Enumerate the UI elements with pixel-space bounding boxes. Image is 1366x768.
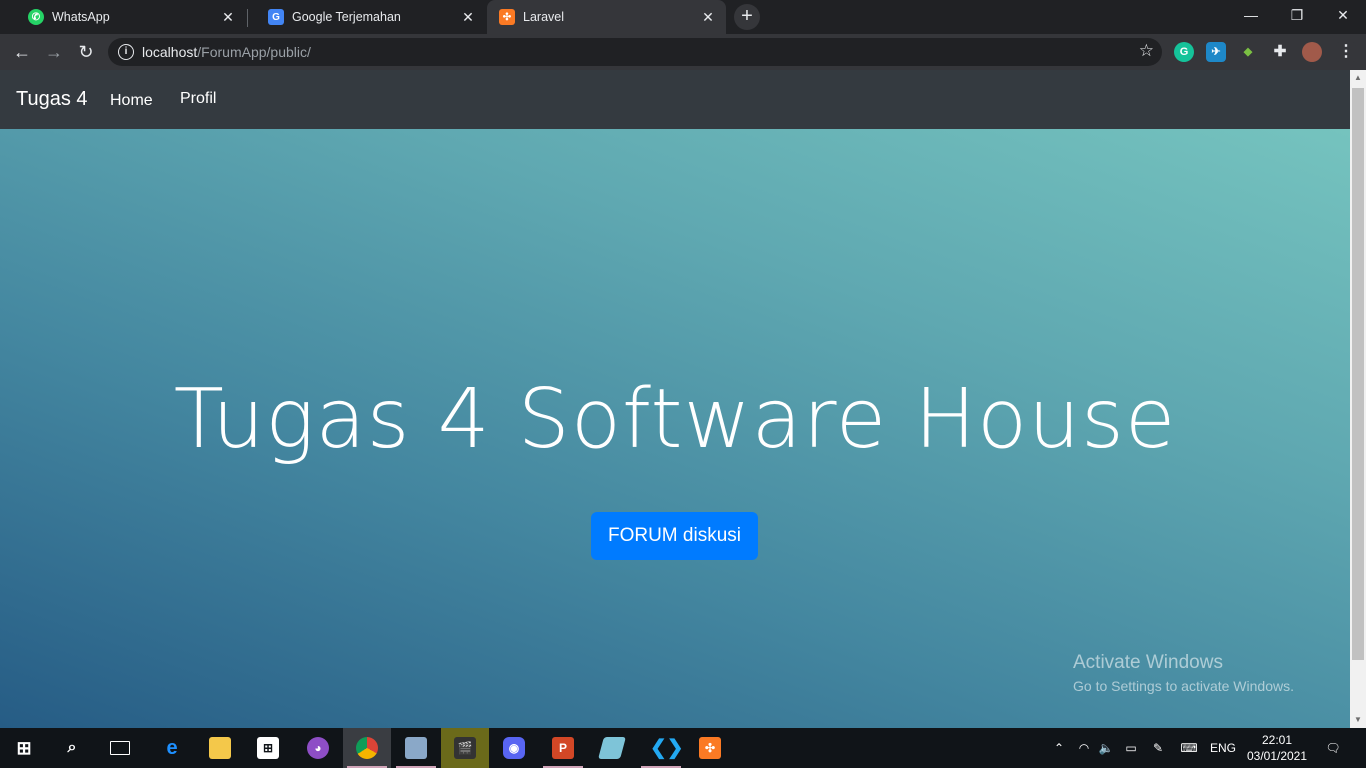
powerpoint-icon: P xyxy=(552,737,574,759)
watermark-title: Activate Windows xyxy=(1073,652,1223,673)
wifi-icon[interactable]: ◠ xyxy=(1074,728,1094,768)
address-bar[interactable]: i localhost/ForumApp/public/ ☆ xyxy=(108,38,1162,66)
search-button[interactable]: ⌕ xyxy=(48,728,96,768)
profile-avatar[interactable] xyxy=(1302,42,1322,62)
close-icon[interactable]: ✕ xyxy=(700,9,716,25)
scrollbar-thumb[interactable] xyxy=(1352,88,1364,660)
clock-date: 03/01/2021 xyxy=(1246,749,1308,763)
windows-logo-icon: ⊞ xyxy=(16,738,32,758)
taskbar-app[interactable]: 🎬 xyxy=(441,728,489,768)
extension-icon[interactable]: ◆ xyxy=(1238,42,1258,62)
search-icon: ⌕ xyxy=(67,739,77,756)
activate-windows-watermark: Activate Windows Go to Settings to activ… xyxy=(1073,652,1294,694)
menu-kebab-icon[interactable]: ⋮ xyxy=(1336,42,1356,62)
new-tab-button[interactable]: + xyxy=(734,4,760,30)
discord-icon: ◉ xyxy=(503,737,525,759)
site-info-icon[interactable]: i xyxy=(118,44,134,60)
tab-title: Laravel xyxy=(523,10,564,24)
taskbar-app[interactable] xyxy=(392,728,440,768)
url-host: localhost xyxy=(142,44,198,60)
close-icon[interactable]: ✕ xyxy=(460,9,476,25)
folder-icon xyxy=(209,737,231,759)
navbar-brand[interactable]: Tugas 4 xyxy=(16,88,88,111)
windows-taskbar: ⊞ ⌕ e ⊞ ◕ 🎬 ◉ P ❮❯ ✣ ⌃ ◠ 🔈 ▭ ✎ ⌨ ENG 22:… xyxy=(0,728,1366,768)
bookmark-star-icon[interactable]: ☆ xyxy=(1139,41,1154,61)
browser-toolbar: ← → ↻ i localhost/ForumApp/public/ ☆ G ✈… xyxy=(0,34,1366,70)
chrome-icon xyxy=(356,737,378,759)
taskbar-discord[interactable]: ◉ xyxy=(490,728,538,768)
pen-icon[interactable]: ✎ xyxy=(1148,728,1168,768)
grammarly-extension-icon[interactable]: G xyxy=(1174,42,1194,62)
address-url[interactable]: localhost/ForumApp/public/ xyxy=(142,44,311,60)
taskbar-xampp[interactable]: ✣ xyxy=(686,728,734,768)
tab-title: Google Terjemahan xyxy=(292,10,401,24)
tab-whatsapp[interactable]: ✆ WhatsApp ✕ xyxy=(8,0,246,34)
xampp-icon: ✣ xyxy=(699,737,721,759)
clock-time: 22:01 xyxy=(1261,733,1293,747)
forward-button[interactable]: → xyxy=(42,40,66,64)
taskbar-app[interactable] xyxy=(588,728,636,768)
screen-icon xyxy=(405,737,427,759)
taskbar-powerpoint[interactable]: P xyxy=(539,728,587,768)
web-page: Tugas 4 Home Profil Tugas 4 Software Hou… xyxy=(0,70,1350,728)
hero-title: Tugas 4 Software House xyxy=(173,372,1177,467)
restore-button[interactable]: ❐ xyxy=(1274,0,1320,30)
tab-title: WhatsApp xyxy=(52,10,110,24)
chevron-up-icon[interactable]: ⌃ xyxy=(1050,728,1068,768)
url-path: /ForumApp/public/ xyxy=(197,44,311,60)
start-button[interactable]: ⊞ xyxy=(0,728,48,768)
volume-icon[interactable]: 🔈 xyxy=(1097,728,1115,768)
google-translate-icon: G xyxy=(268,9,284,25)
vscode-icon: ❮❯ xyxy=(650,737,684,759)
minimize-button[interactable]: — xyxy=(1228,0,1274,30)
site-navbar: Tugas 4 Home Profil xyxy=(0,70,1350,129)
taskbar-clock[interactable]: 22:01 03/01/2021 xyxy=(1244,732,1310,764)
keyboard-icon[interactable]: ⌨ xyxy=(1176,728,1202,768)
close-icon[interactable]: ✕ xyxy=(220,9,236,25)
window-close-button[interactable]: ✕ xyxy=(1320,0,1366,30)
reload-button[interactable]: ↻ xyxy=(74,40,98,64)
browser-tab-strip: ✆ WhatsApp ✕ G Google Terjemahan ✕ ✣ Lar… xyxy=(0,0,1366,34)
tab-laravel[interactable]: ✣ Laravel ✕ xyxy=(487,0,726,34)
store-icon: ⊞ xyxy=(257,737,279,759)
tab-google-translate[interactable]: G Google Terjemahan ✕ xyxy=(248,0,486,34)
scroll-down-arrow-icon[interactable]: ▼ xyxy=(1354,716,1362,724)
app-icon: ◕ xyxy=(307,737,329,759)
taskbar-store[interactable]: ⊞ xyxy=(244,728,292,768)
forum-button[interactable]: FORUM diskusi xyxy=(591,512,758,560)
taskbar-app[interactable]: ◕ xyxy=(294,728,342,768)
taskbar-edge[interactable]: e xyxy=(148,728,196,768)
taskbar-vscode[interactable]: ❮❯ xyxy=(637,728,685,768)
edge-icon: e xyxy=(166,737,178,759)
nav-link-profil[interactable]: Profil xyxy=(180,90,216,108)
xampp-icon: ✣ xyxy=(499,9,515,25)
extensions-puzzle-icon[interactable]: ✚ xyxy=(1270,42,1290,62)
watermark-subtitle: Go to Settings to activate Windows. xyxy=(1073,678,1294,694)
extension-icon[interactable]: ✈ xyxy=(1206,42,1226,62)
taskbar-file-explorer[interactable] xyxy=(196,728,244,768)
scroll-up-arrow-icon[interactable]: ▲ xyxy=(1354,74,1362,82)
whatsapp-icon: ✆ xyxy=(28,9,44,25)
taskbar-chrome[interactable] xyxy=(343,728,391,768)
notebook-icon xyxy=(598,737,626,759)
battery-icon[interactable]: ▭ xyxy=(1121,728,1141,768)
notification-icon[interactable]: 🗨 xyxy=(1320,728,1346,768)
page-scrollbar[interactable]: ▲ ▼ xyxy=(1350,70,1366,728)
clapperboard-icon: 🎬 xyxy=(454,737,476,759)
task-view-icon xyxy=(110,741,130,755)
nav-link-home[interactable]: Home xyxy=(110,92,153,110)
back-button[interactable]: ← xyxy=(10,40,34,64)
language-indicator[interactable]: ENG xyxy=(1206,728,1240,768)
task-view-button[interactable] xyxy=(96,728,144,768)
